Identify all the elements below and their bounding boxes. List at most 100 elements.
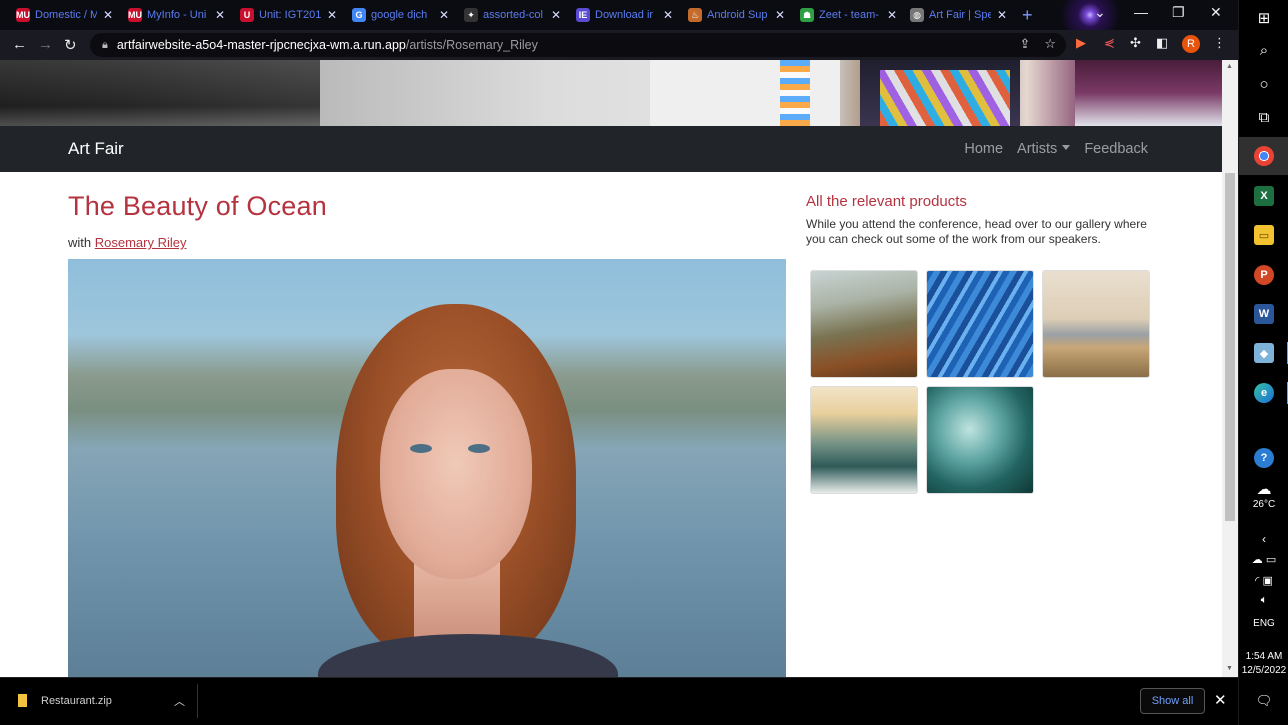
tab-close-icon[interactable]: ✕ (887, 8, 897, 22)
tab-close-icon[interactable]: ✕ (997, 8, 1007, 22)
close-window-button[interactable]: ✕ (1210, 4, 1222, 21)
tab-title: Art Fair | Spe (929, 9, 991, 21)
browser-toolbar: ← → ↻ 🔒︎ artfairwebsite-a5o4-master-rjpc… (0, 30, 1238, 60)
word-app-icon[interactable]: W (1239, 301, 1288, 327)
tab-favicon-icon: MU (128, 8, 142, 22)
browser-tab[interactable]: ♨ Android Sup ✕ (688, 3, 785, 27)
powerpoint-app-icon[interactable]: P (1239, 262, 1288, 288)
tab-title: Download ir (595, 9, 654, 21)
maximize-button[interactable]: ❐ (1172, 4, 1185, 21)
tab-close-icon[interactable]: ✕ (215, 8, 225, 22)
product-thumbnail-1[interactable] (810, 270, 918, 378)
back-button[interactable]: ← (12, 36, 27, 53)
weather-temperature[interactable]: 26°C (1239, 499, 1288, 510)
browser-tab[interactable]: ✦ assorted-col ✕ (464, 3, 561, 27)
address-bar[interactable]: 🔒︎ artfairwebsite-a5o4-master-rjpcnecjxa… (90, 33, 1066, 57)
clock-date[interactable]: 12/5/2022 (1239, 665, 1288, 676)
reload-button[interactable]: ↻ (64, 36, 77, 54)
tab-favicon-icon: U (240, 8, 254, 22)
product-thumbnail-4[interactable] (810, 386, 918, 494)
tab-title: MyInfo - Uni (147, 9, 207, 21)
product-thumbnail-2[interactable] (926, 270, 1034, 378)
nav-artists-dropdown[interactable]: Artists (1017, 141, 1071, 157)
tab-close-icon[interactable]: ✕ (103, 8, 113, 22)
onedrive-battery-icons[interactable]: ☁ ▭ (1239, 551, 1288, 567)
input-language[interactable]: ENG (1239, 618, 1288, 629)
cortana-icon[interactable]: ○ (1239, 72, 1288, 96)
tab-favicon-icon: ✦ (464, 8, 478, 22)
download-shelf: Restaurant.zip ︿ Show all ✕ (0, 677, 1238, 725)
tab-title: assorted-col (483, 9, 543, 21)
browser-tab[interactable]: ☗ Zeet - team- ✕ (800, 3, 897, 27)
profile-avatar[interactable]: R (1182, 35, 1200, 53)
extension-icon[interactable]: ▶ (1076, 35, 1086, 51)
products-description: While you attend the conference, head ov… (806, 217, 1147, 246)
chevron-left-icon[interactable]: ‹ (1239, 530, 1288, 548)
minimize-button[interactable]: — (1134, 4, 1148, 20)
task-view-icon[interactable]: ⧉ (1239, 105, 1288, 129)
browser-tab[interactable]: MU MyInfo - Uni ✕ (128, 3, 225, 27)
tab-close-icon[interactable]: ✕ (551, 8, 561, 22)
menu-kebab-icon[interactable]: ⋮ (1213, 35, 1226, 51)
hero-banner-image (0, 60, 1222, 126)
notification-center-icon[interactable]: 🗨︎ (1239, 690, 1288, 712)
search-icon[interactable]: ⌕ (1239, 38, 1288, 62)
tab-favicon-icon: ◍ (910, 8, 924, 22)
tab-close-icon[interactable]: ✕ (775, 8, 785, 22)
wifi-tray-icons[interactable]: ◜ ▣ (1239, 572, 1288, 588)
lock-icon: 🔒︎ (102, 38, 108, 51)
bookmark-star-icon[interactable]: ☆ (1044, 36, 1056, 52)
site-brand[interactable]: Art Fair (68, 139, 124, 159)
windows-taskbar: ⊞ ⌕ ○ ⧉ X ▭ P W ◆ e ? ☁ 26°C ‹ ☁ ▭ ◜ ▣ 🔈… (1238, 0, 1288, 725)
scroll-down-arrow-icon[interactable]: ▼ (1226, 665, 1233, 672)
tab-search-icon[interactable]: ⌄ (1094, 4, 1106, 21)
page-viewport: Art Fair Home Artists Feedback The Beaut… (0, 60, 1222, 677)
show-all-button[interactable]: Show all (1140, 688, 1205, 714)
chevron-up-icon[interactable]: ︿ (174, 693, 185, 709)
share-icon[interactable]: ⇪ (1019, 36, 1030, 52)
url-path: /artists/Rosemary_Riley (405, 38, 538, 52)
new-tab-button[interactable]: + (1022, 5, 1033, 26)
tab-favicon-icon: MU (16, 8, 30, 22)
side-panel-icon[interactable]: ◧ (1156, 35, 1168, 51)
browser-tab[interactable]: IE Download ir ✕ (576, 3, 673, 27)
extension-share-icon[interactable]: ⋞ (1104, 35, 1115, 51)
download-item[interactable]: Restaurant.zip (18, 694, 112, 707)
close-download-shelf-button[interactable]: ✕ (1214, 691, 1227, 709)
scrollbar-thumb[interactable] (1225, 173, 1235, 521)
download-file-name: Restaurant.zip (41, 694, 112, 707)
nav-artists-label: Artists (1017, 141, 1058, 157)
scroll-up-arrow-icon[interactable]: ▲ (1226, 63, 1233, 70)
volume-icon[interactable]: 🔈︎ (1239, 592, 1288, 608)
product-thumbnail-3[interactable] (1042, 270, 1150, 378)
browser-tab[interactable]: U Unit: IGT201 ✕ (240, 3, 337, 27)
caret-down-icon (1062, 145, 1071, 150)
windows-start-icon[interactable]: ⊞ (1239, 6, 1288, 30)
product-thumbnail-5[interactable] (926, 386, 1034, 494)
browser-tab[interactable]: ◍ Art Fair | Spe ✕ (910, 3, 1007, 27)
tab-close-icon[interactable]: ✕ (327, 8, 337, 22)
excel-app-icon[interactable]: X (1239, 183, 1288, 209)
nav-feedback[interactable]: Feedback (1084, 141, 1148, 157)
weather-cloud-icon[interactable]: ☁ (1239, 478, 1288, 500)
tab-favicon-icon: G (352, 8, 366, 22)
tab-title: google dịch (371, 9, 428, 21)
artist-link[interactable]: Rosemary Riley (95, 235, 187, 250)
browser-tab[interactable]: MU Domestic / M ✕ (16, 3, 113, 27)
browser-tab[interactable]: Ggoogle dịch ✕ (352, 3, 449, 27)
byline-prefix: with (68, 235, 92, 250)
tab-close-icon[interactable]: ✕ (439, 8, 449, 22)
edge-app-icon[interactable]: e (1239, 380, 1288, 406)
file-explorer-icon[interactable]: ▭ (1239, 222, 1288, 248)
tab-close-icon[interactable]: ✕ (663, 8, 673, 22)
clock-time[interactable]: 1:54 AM (1239, 651, 1288, 662)
zip-file-icon (18, 694, 27, 707)
notes-app-icon[interactable]: ◆ (1239, 340, 1288, 366)
extensions-puzzle-icon[interactable]: ✣ (1130, 35, 1141, 51)
help-icon[interactable]: ? (1239, 445, 1288, 471)
forward-button[interactable]: → (38, 36, 53, 53)
page-scrollbar[interactable]: ▲ ▼ (1222, 60, 1238, 677)
nav-home[interactable]: Home (964, 141, 1003, 157)
download-divider (197, 684, 198, 718)
chrome-app-icon[interactable] (1239, 137, 1288, 175)
